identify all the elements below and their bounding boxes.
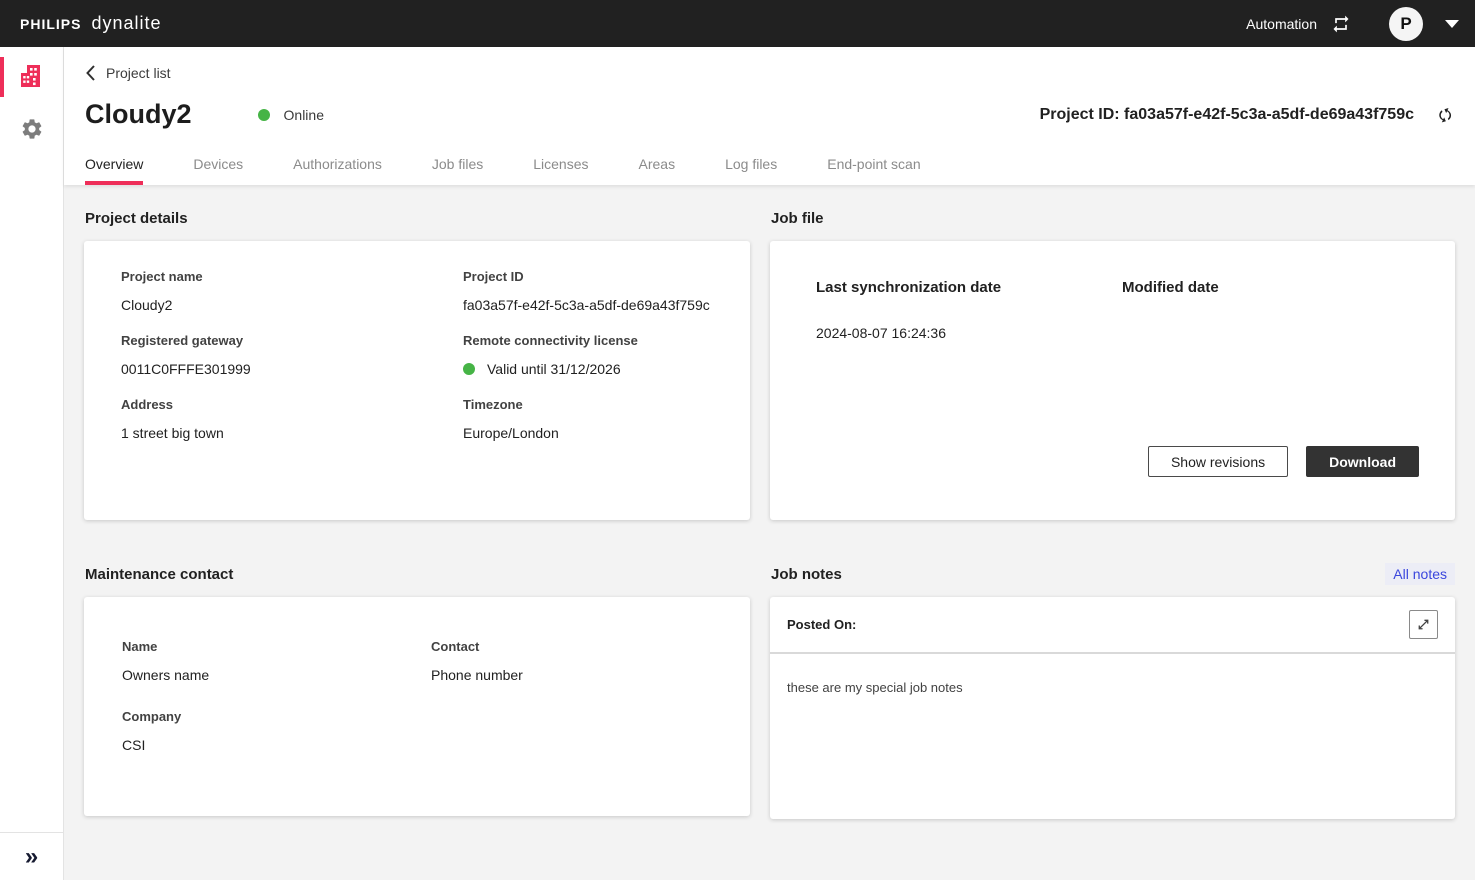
page-title: Cloudy2 <box>85 99 192 130</box>
buildings-icon <box>18 64 46 90</box>
online-label: Online <box>284 107 324 123</box>
content-area: Project details Project name Cloudy2 Pro… <box>64 185 1475 880</box>
license-valid-dot <box>463 363 475 375</box>
field-value: Owners name <box>122 667 431 683</box>
repeat-icon[interactable] <box>1331 14 1351 34</box>
field-last-sync: Last synchronization date 2024-08-07 16:… <box>816 279 1122 341</box>
all-notes-link[interactable]: All notes <box>1385 563 1455 585</box>
show-revisions-button[interactable]: Show revisions <box>1148 446 1288 477</box>
field-label: Company <box>122 709 431 724</box>
field-label: Timezone <box>463 397 740 412</box>
field-value: Cloudy2 <box>121 297 463 313</box>
field-contact: Contact Phone number <box>431 639 740 683</box>
avatar[interactable]: P <box>1389 7 1423 41</box>
field-label: Project ID <box>463 269 740 284</box>
job-notes-text: these are my special job notes <box>770 654 1455 721</box>
maintenance-contact-title: Maintenance contact <box>85 566 233 583</box>
expand-icon <box>1416 617 1431 632</box>
tab-licenses[interactable]: Licenses <box>533 156 588 185</box>
tab-overview[interactable]: Overview <box>85 156 143 185</box>
refresh-icon[interactable] <box>1436 105 1455 124</box>
field-remote-connectivity-license: Remote connectivity license Valid until … <box>463 333 740 377</box>
posted-on-label: Posted On: <box>787 617 856 632</box>
project-details-title: Project details <box>85 210 188 227</box>
page-header: Project list Cloudy2 Online Project ID: … <box>64 47 1475 185</box>
field-address: Address 1 street big town <box>121 397 463 441</box>
job-file-title: Job file <box>771 210 824 227</box>
topbar: PHILIPS dynalite Automation P <box>0 0 1475 47</box>
tab-areas[interactable]: Areas <box>639 156 676 185</box>
job-notes-title: Job notes <box>771 566 842 583</box>
project-id-label: Project ID: fa03a57f-e42f-5c3a-a5df-de69… <box>1040 106 1414 124</box>
tab-authorizations[interactable]: Authorizations <box>293 156 382 185</box>
field-modified-date: Modified date <box>1122 279 1455 341</box>
tab-end-point-scan[interactable]: End-point scan <box>827 156 920 185</box>
tab-devices[interactable]: Devices <box>193 156 243 185</box>
sidebar-footer: » <box>0 832 63 880</box>
field-timezone: Timezone Europe/London <box>463 397 740 441</box>
philips-dynalite-logo: PHILIPS dynalite <box>20 13 162 34</box>
job-notes-header: Posted On: <box>770 597 1455 654</box>
job-file-card: Last synchronization date 2024-08-07 16:… <box>770 241 1455 520</box>
breadcrumb[interactable]: Project list <box>85 65 171 81</box>
field-value: Europe/London <box>463 425 740 441</box>
sidebar-item-settings[interactable] <box>0 107 63 151</box>
gear-icon <box>20 117 44 141</box>
left-column: Project details Project name Cloudy2 Pro… <box>84 205 750 880</box>
automation-label: Automation <box>1246 16 1317 32</box>
chevron-down-icon[interactable] <box>1445 20 1459 28</box>
job-notes-card: Posted On: these are my special job note… <box>770 597 1455 819</box>
license-value: Valid until 31/12/2026 <box>487 361 621 377</box>
project-details-card: Project name Cloudy2 Project ID fa03a57f… <box>84 241 750 520</box>
sidebar: » <box>0 47 64 880</box>
field-value: 0011C0FFFE301999 <box>121 361 463 377</box>
field-label: Remote connectivity license <box>463 333 740 348</box>
field-project-id: Project ID fa03a57f-e42f-5c3a-a5df-de69a… <box>463 269 740 313</box>
sidebar-item-projects[interactable] <box>0 55 63 99</box>
field-value: Phone number <box>431 667 740 683</box>
expand-notes-button[interactable] <box>1409 610 1438 639</box>
breadcrumb-label: Project list <box>106 65 171 81</box>
field-value: 1 street big town <box>121 425 463 441</box>
download-button[interactable]: Download <box>1306 446 1419 477</box>
field-project-name: Project name Cloudy2 <box>121 269 463 313</box>
field-label: Address <box>121 397 463 412</box>
modified-date-label: Modified date <box>1122 279 1455 296</box>
field-value: CSI <box>122 737 431 753</box>
tab-log-files[interactable]: Log files <box>725 156 777 185</box>
field-label: Registered gateway <box>121 333 463 348</box>
field-value: Valid until 31/12/2026 <box>463 361 740 377</box>
philips-wordmark: PHILIPS <box>20 16 81 32</box>
field-label: Project name <box>121 269 463 284</box>
field-label: Contact <box>431 639 740 654</box>
field-value: fa03a57f-e42f-5c3a-a5df-de69a43f759c <box>463 297 740 313</box>
chevron-left-icon <box>85 65 96 81</box>
last-sync-label: Last synchronization date <box>816 279 1122 296</box>
expand-sidebar-button[interactable]: » <box>25 845 38 869</box>
maintenance-contact-card: Name Owners name Contact Phone number Co… <box>84 597 750 816</box>
field-name: Name Owners name <box>122 639 431 683</box>
field-registered-gateway: Registered gateway 0011C0FFFE301999 <box>121 333 463 377</box>
field-label: Name <box>122 639 431 654</box>
tab-bar: Overview Devices Authorizations Job file… <box>85 156 1455 185</box>
dynalite-wordmark: dynalite <box>91 13 161 34</box>
online-dot <box>258 109 270 121</box>
right-column: Job file Last synchronization date 2024-… <box>770 205 1455 880</box>
status-badge: Online <box>258 107 324 123</box>
last-sync-value: 2024-08-07 16:24:36 <box>816 325 1122 341</box>
tab-job-files[interactable]: Job files <box>432 156 483 185</box>
field-company: Company CSI <box>122 709 431 753</box>
